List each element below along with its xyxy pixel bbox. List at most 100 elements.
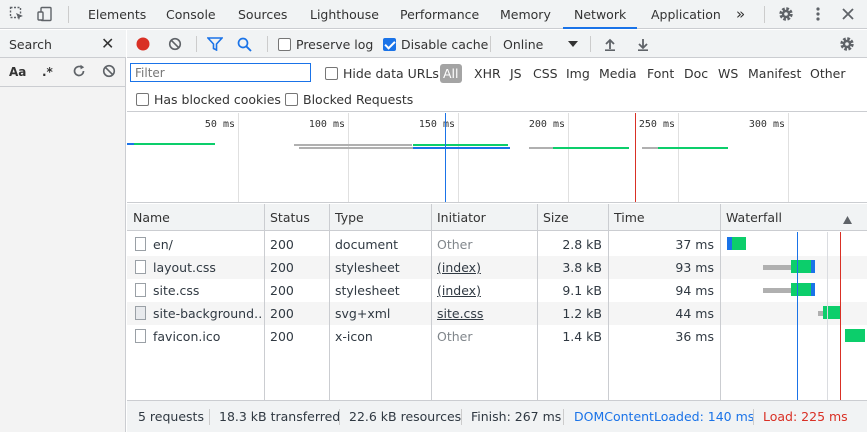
overview-bar xyxy=(413,144,508,146)
clear-search-icon[interactable] xyxy=(102,64,116,81)
type-filter-font[interactable]: Font xyxy=(647,66,674,81)
type-filter-xhr[interactable]: XHR xyxy=(474,66,501,81)
file-icon xyxy=(135,283,146,297)
network-settings-gear-icon[interactable] xyxy=(839,30,855,58)
request-time: 44 ms xyxy=(675,306,714,321)
table-row[interactable]: site-background… 200 svg+xml site.css 1.… xyxy=(127,302,867,325)
requests-table: Name Status Type Initiator Size Time Wat… xyxy=(127,204,867,400)
waterfall-load-line xyxy=(840,232,841,400)
preserve-log-box[interactable] xyxy=(278,37,291,51)
tab-console[interactable]: Console xyxy=(166,0,216,29)
waterfall-bar xyxy=(791,283,811,296)
tab-application[interactable]: Application xyxy=(651,0,721,29)
type-filter-ws[interactable]: WS xyxy=(718,66,738,81)
export-har-icon[interactable] xyxy=(637,30,649,58)
overview-bar xyxy=(299,147,413,149)
kebab-menu-icon[interactable] xyxy=(808,0,828,28)
status-requests: 5 requests xyxy=(138,409,204,424)
overview-dcl-line xyxy=(445,113,446,202)
has-blocked-cookies-box[interactable] xyxy=(136,93,149,106)
record-icon[interactable] xyxy=(136,30,150,58)
tab-sources[interactable]: Sources xyxy=(238,0,287,29)
type-filter-media[interactable]: Media xyxy=(599,66,637,81)
throttling-select[interactable]: Online xyxy=(503,30,543,58)
type-filter-img[interactable]: Img xyxy=(566,66,590,81)
type-filter-other[interactable]: Other xyxy=(810,66,846,81)
request-name[interactable]: site.css xyxy=(147,279,262,302)
close-search-icon[interactable]: ✕ xyxy=(101,34,114,53)
column-initiator[interactable]: Initiator xyxy=(431,204,486,231)
type-filter-css[interactable]: CSS xyxy=(533,66,558,81)
request-time: 94 ms xyxy=(675,283,714,298)
has-blocked-cookies-checkbox[interactable]: Has blocked cookies xyxy=(136,92,281,107)
blocked-requests-checkbox[interactable]: Blocked Requests xyxy=(285,92,413,107)
disable-cache-box[interactable] xyxy=(383,37,396,51)
close-devtools-icon[interactable] xyxy=(838,0,858,28)
type-filter-js[interactable]: JS xyxy=(510,66,522,81)
preserve-log-label: Preserve log xyxy=(296,36,374,52)
tab-network[interactable]: Network xyxy=(563,0,638,29)
status-finish: Finish: 267 ms xyxy=(471,409,562,424)
waterfall-wait xyxy=(763,265,791,270)
hide-data-urls-checkbox[interactable]: Hide data URLs xyxy=(325,66,439,81)
request-type: stylesheet xyxy=(335,283,400,298)
request-initiator: Other xyxy=(437,237,473,252)
match-case-button[interactable]: Aa xyxy=(9,65,26,79)
overview-bar xyxy=(294,144,412,146)
tab-lighthouse[interactable]: Lighthouse xyxy=(310,0,379,29)
table-header: Name Status Type Initiator Size Time Wat… xyxy=(127,204,867,231)
waterfall-grid-line xyxy=(827,232,828,400)
type-filter-doc[interactable]: Doc xyxy=(684,66,708,81)
column-size[interactable]: Size xyxy=(537,204,569,231)
request-name[interactable]: layout.css xyxy=(147,256,262,279)
tab-elements[interactable]: Elements xyxy=(88,0,146,29)
request-name[interactable]: en/ xyxy=(147,233,262,256)
type-filter-all[interactable]: All xyxy=(440,64,462,83)
overview-bar xyxy=(529,147,553,149)
request-name[interactable]: site-background… xyxy=(147,302,262,325)
filter-input[interactable] xyxy=(130,63,311,82)
request-time: 93 ms xyxy=(675,260,714,275)
request-name[interactable]: favicon.ico xyxy=(147,325,262,348)
request-initiator: Other xyxy=(437,329,473,344)
file-icon xyxy=(135,237,146,251)
tab-memory[interactable]: Memory xyxy=(500,0,551,29)
table-row[interactable]: favicon.ico 200 x-icon Other 1.4 kB 36 m… xyxy=(127,325,867,348)
table-row[interactable]: en/ 200 document Other 2.8 kB 37 ms xyxy=(127,233,867,256)
column-time[interactable]: Time xyxy=(608,204,645,231)
blocked-requests-box[interactable] xyxy=(285,93,298,106)
regex-button[interactable]: .* xyxy=(42,65,53,79)
image-file-icon xyxy=(135,306,146,320)
waterfall-dcl-line xyxy=(797,232,798,400)
request-initiator[interactable]: (index) xyxy=(431,256,535,279)
column-name[interactable]: Name xyxy=(127,204,170,231)
table-row[interactable]: layout.css 200 stylesheet (index) 3.8 kB… xyxy=(127,256,867,279)
request-initiator[interactable]: site.css xyxy=(431,302,535,325)
search-title: Search xyxy=(9,37,52,52)
type-filter-manifest[interactable]: Manifest xyxy=(748,66,801,81)
hide-data-urls-box[interactable] xyxy=(325,67,338,80)
column-status[interactable]: Status xyxy=(264,204,310,231)
preserve-log-checkbox[interactable]: Preserve log xyxy=(278,30,373,58)
inspect-element-icon[interactable] xyxy=(6,0,28,28)
table-row[interactable]: site.css 200 stylesheet (index) 9.1 kB 9… xyxy=(127,279,867,302)
search-icon[interactable] xyxy=(237,30,252,58)
settings-gear-icon[interactable] xyxy=(775,0,797,28)
tab-performance[interactable]: Performance xyxy=(400,0,479,29)
import-har-icon[interactable] xyxy=(604,30,616,58)
throttling-value: Online xyxy=(503,36,544,52)
column-type[interactable]: Type xyxy=(329,204,364,231)
refresh-icon[interactable] xyxy=(72,64,86,81)
status-resources: 22.6 kB resources xyxy=(349,409,462,424)
device-toolbar-icon[interactable] xyxy=(34,0,56,28)
clear-log-icon[interactable] xyxy=(168,30,182,58)
disable-cache-checkbox[interactable]: Disable cache xyxy=(383,30,488,58)
sort-ascending-icon[interactable] xyxy=(843,213,852,227)
request-initiator[interactable]: (index) xyxy=(431,279,535,302)
more-tabs-button[interactable]: » xyxy=(736,0,745,28)
column-waterfall[interactable]: Waterfall xyxy=(720,204,782,231)
filter-funnel-icon[interactable] xyxy=(207,30,223,58)
filter-bar: Hide data URLs All XHR JS CSS Img Media … xyxy=(127,59,867,112)
throttling-dropdown-icon[interactable] xyxy=(568,30,578,58)
overview-timeline[interactable]: 50 ms 100 ms 150 ms 200 ms 250 ms 300 ms xyxy=(127,113,867,203)
